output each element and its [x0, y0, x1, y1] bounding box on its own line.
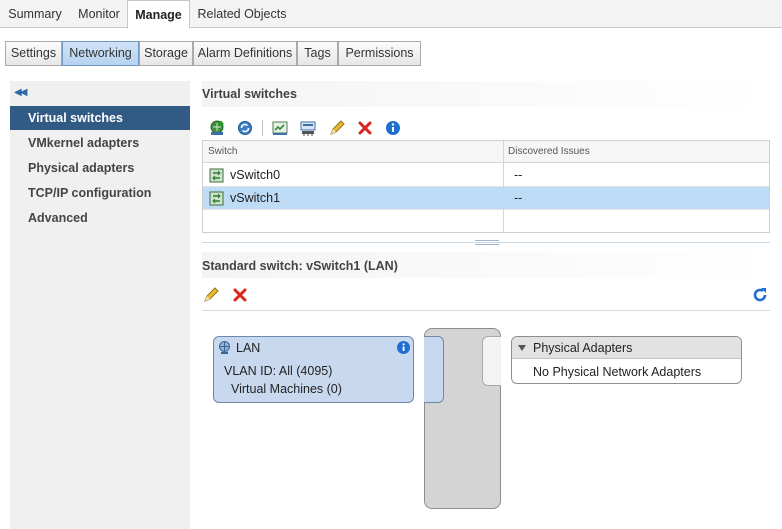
port-group-name: LAN	[236, 341, 261, 355]
refresh-network-icon[interactable]	[236, 119, 254, 137]
virtual-switches-title: Virtual switches	[202, 87, 297, 101]
migrate-networking-icon[interactable]	[271, 119, 289, 137]
nav-item-advanced[interactable]: Advanced	[10, 206, 190, 230]
port-group-vlan-id: VLAN ID: All (4095)	[224, 364, 333, 378]
port-group-icon	[217, 340, 232, 358]
networking-nav: ◀◀ Virtual switches VMkernel adapters Ph…	[10, 81, 190, 529]
physical-adapters-title: Physical Adapters	[533, 341, 633, 355]
tab-networking[interactable]: Networking	[62, 41, 139, 66]
port-group-vm-count: Virtual Machines (0)	[231, 382, 342, 396]
detail-divider	[202, 310, 770, 311]
switch-icon	[209, 187, 225, 210]
table-row[interactable]: vSwitch1 --	[203, 187, 769, 210]
discovered-issues: --	[514, 191, 523, 205]
tab-storage[interactable]: Storage	[139, 41, 193, 66]
no-physical-adapters-text: No Physical Network Adapters	[533, 365, 702, 379]
object-tabs: Summary Monitor Manage Related Objects	[0, 0, 782, 29]
virtual-switches-table: Switch Discovered Issues vSwitch0 -- vSw…	[202, 140, 770, 233]
nav-item-virtual-switches[interactable]: Virtual switches	[10, 106, 190, 130]
info-icon[interactable]	[384, 119, 402, 137]
discovered-issues: --	[514, 168, 523, 182]
tab-tags[interactable]: Tags	[297, 41, 338, 66]
edit-pencil-icon[interactable]	[328, 119, 346, 137]
tab-permissions[interactable]: Permissions	[338, 41, 421, 66]
tab-settings[interactable]: Settings	[5, 41, 62, 66]
table-header: Switch Discovered Issues	[203, 141, 769, 163]
delete-icon[interactable]	[231, 286, 249, 304]
nav-item-physical-adapters[interactable]: Physical adapters	[10, 156, 190, 180]
column-divider	[503, 141, 504, 232]
info-icon[interactable]	[396, 340, 411, 358]
tab-manage[interactable]: Manage	[127, 0, 190, 29]
nav-item-vmkernel-adapters[interactable]: VMkernel adapters	[10, 131, 190, 155]
column-header-discovered-issues[interactable]: Discovered Issues	[503, 141, 769, 163]
refresh-icon[interactable]	[751, 286, 769, 304]
port-group-lan[interactable]: LAN VLAN ID: All (4095) Virtual Machines…	[213, 336, 414, 403]
switch-name: vSwitch1	[230, 191, 281, 205]
toolbar-separator	[262, 120, 263, 136]
physical-adapters-box: Physical Adapters No Physical Network Ad…	[511, 336, 742, 384]
collapse-triangle-icon[interactable]	[517, 342, 527, 356]
add-host-networking-icon[interactable]	[208, 119, 226, 137]
delete-icon[interactable]	[356, 119, 374, 137]
splitter-grip-icon[interactable]	[475, 240, 499, 245]
column-header-switch[interactable]: Switch	[203, 141, 503, 163]
tab-related-objects[interactable]: Related Objects	[190, 0, 294, 28]
manage-physical-adapters-icon[interactable]	[299, 119, 317, 137]
edit-pencil-icon[interactable]	[202, 286, 220, 304]
detail-title: Standard switch: vSwitch1 (LAN)	[202, 259, 398, 273]
tab-alarm-definitions[interactable]: Alarm Definitions	[193, 41, 297, 66]
switch-port-uplink	[482, 336, 501, 386]
tab-monitor[interactable]: Monitor	[70, 0, 128, 28]
switch-name: vSwitch0	[230, 168, 281, 182]
table-row[interactable]: vSwitch0 --	[203, 164, 769, 187]
nav-item-tcpip-configuration[interactable]: TCP/IP configuration	[10, 181, 190, 205]
switch-port-portgroup	[424, 336, 444, 403]
tab-summary[interactable]: Summary	[0, 0, 70, 28]
switch-icon	[209, 164, 225, 187]
physical-adapters-header[interactable]: Physical Adapters	[512, 337, 741, 359]
collapse-nav-icon[interactable]: ◀◀	[14, 87, 27, 98]
